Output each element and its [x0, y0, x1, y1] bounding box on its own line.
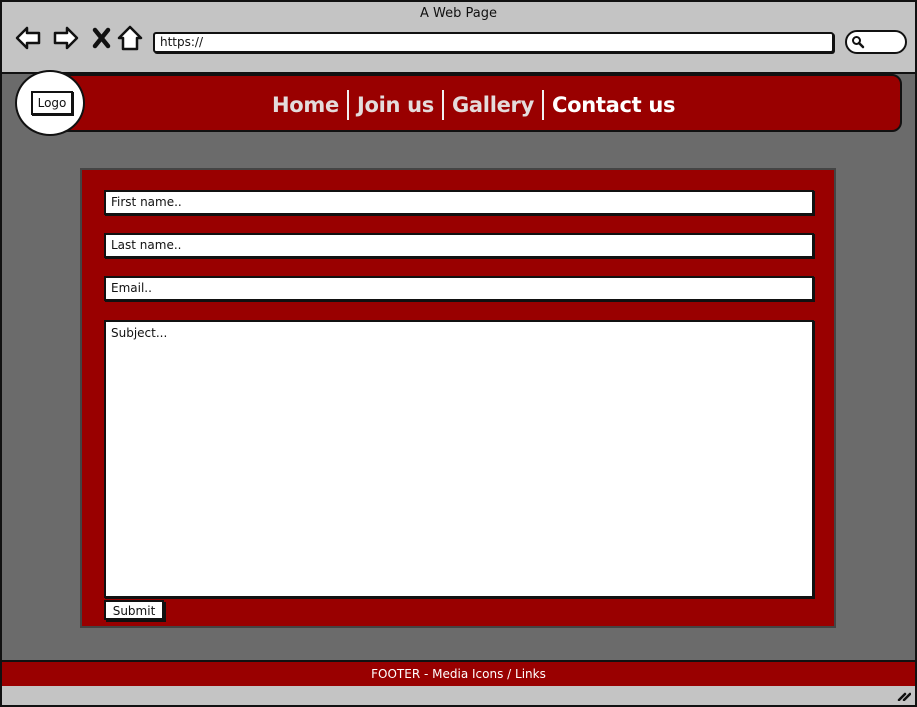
forward-arrow-icon[interactable]: [52, 24, 80, 52]
window-title: A Web Page: [420, 6, 497, 21]
back-arrow-icon[interactable]: [14, 24, 42, 52]
resize-grip-icon[interactable]: [897, 689, 911, 701]
last-name-field[interactable]: Last name..: [104, 233, 814, 258]
nav-link-gallery[interactable]: Gallery: [444, 93, 542, 117]
nav-link-contact-us[interactable]: Contact us: [544, 93, 683, 117]
logo: Logo: [31, 91, 73, 115]
logo-badge[interactable]: Logo: [15, 70, 85, 136]
status-bar: [2, 686, 915, 705]
contact-form: First name.. Last name.. Email.. Subject…: [80, 168, 836, 628]
browser-window: A Web Page https:// Logo Home Join us Ga…: [0, 0, 917, 707]
close-x-icon[interactable]: [88, 24, 116, 52]
home-icon[interactable]: [116, 24, 144, 52]
main-nav: Home Join us Gallery Contact us: [264, 88, 683, 122]
nav-link-home[interactable]: Home: [264, 93, 347, 117]
site-footer: FOOTER - Media Icons / Links: [2, 660, 915, 688]
search-button[interactable]: [845, 30, 907, 54]
browser-toolbar: A Web Page https://: [2, 2, 915, 74]
search-icon: [852, 36, 865, 49]
nav-link-join-us[interactable]: Join us: [349, 93, 442, 117]
subject-textarea[interactable]: Subject...: [104, 320, 814, 598]
url-input[interactable]: https://: [153, 32, 834, 53]
email-field[interactable]: Email..: [104, 276, 814, 301]
submit-button[interactable]: Submit: [104, 600, 164, 620]
first-name-field[interactable]: First name..: [104, 190, 814, 215]
